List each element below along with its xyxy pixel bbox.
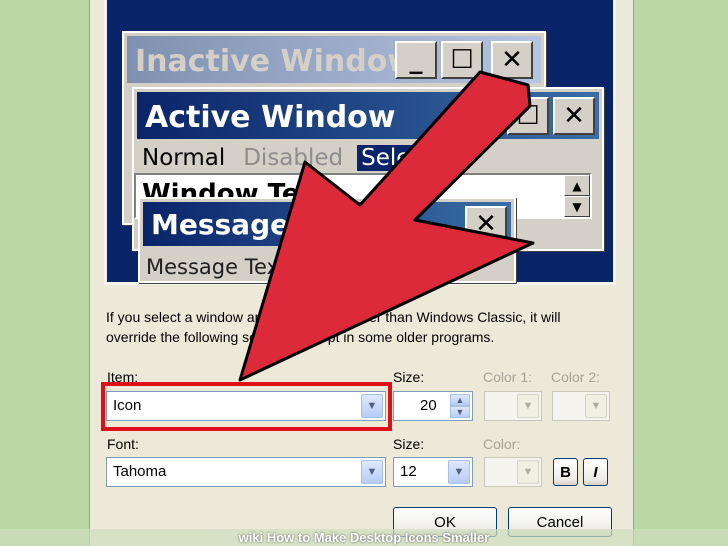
color1-label: Color 1: xyxy=(483,369,533,385)
spin-down-icon: ▼ xyxy=(450,406,470,418)
close-icon: ✕ xyxy=(465,206,507,242)
close-icon: ✕ xyxy=(553,97,595,135)
preview-menu-bar: Normal Disabled Selected xyxy=(142,145,465,171)
chevron-down-icon: ▼ xyxy=(448,460,470,484)
inactive-window-titlebar: Inactive Window _ ☐ ✕ xyxy=(127,36,541,83)
menu-selected[interactable]: Selected xyxy=(357,145,465,171)
item-size-value: 20 xyxy=(420,397,437,414)
font-size-label: Size: xyxy=(393,436,425,452)
chevron-down-icon: ▼ xyxy=(361,460,383,484)
font-value: Tahoma xyxy=(113,463,167,480)
scroll-down-icon: ▼ xyxy=(564,196,590,217)
color2-picker[interactable]: ▼ xyxy=(552,391,610,421)
menu-disabled[interactable]: Disabled xyxy=(243,145,343,171)
active-window-titlebar: Active Window ☐ ✕ xyxy=(137,92,599,139)
chevron-down-icon: ▼ xyxy=(517,394,539,418)
font-size-value: 12 xyxy=(400,463,417,480)
minimize-icon: _ xyxy=(395,41,437,79)
maximize-icon: ☐ xyxy=(507,97,549,135)
color1-picker[interactable]: ▼ xyxy=(484,391,542,421)
info-text: If you select a window and button style … xyxy=(106,309,561,345)
font-label: Font: xyxy=(107,436,139,452)
menu-normal[interactable]: Normal xyxy=(142,145,225,171)
close-icon: ✕ xyxy=(491,41,533,79)
preview-scrollbar[interactable]: ▲ ▼ xyxy=(564,175,590,217)
size-spin-buttons[interactable]: ▲ ▼ xyxy=(450,394,470,418)
item-size-label: Size: xyxy=(393,369,425,385)
font-select[interactable]: Tahoma ▼ xyxy=(106,457,386,487)
scroll-up-icon: ▲ xyxy=(564,175,590,196)
inactive-window-title: Inactive Window xyxy=(135,44,416,79)
font-color-picker[interactable]: ▼ xyxy=(484,457,542,487)
color2-label: Color 2: xyxy=(551,369,601,385)
active-window-title: Active Window xyxy=(145,100,396,135)
maximize-icon: ☐ xyxy=(441,41,483,79)
highlight-box xyxy=(101,382,392,431)
bold-button[interactable]: B xyxy=(553,458,578,486)
chevron-down-icon: ▼ xyxy=(517,460,539,484)
message-text: Message Text xyxy=(146,255,288,279)
spin-up-icon: ▲ xyxy=(450,394,470,406)
message-box-title: Message Box xyxy=(151,208,358,241)
font-color-label: Color: xyxy=(483,436,521,452)
footer-caption: wiki How to Make Desktop Icons Smaller xyxy=(0,529,728,546)
font-size-select[interactable]: 12 ▼ xyxy=(393,457,473,487)
chevron-down-icon: ▼ xyxy=(585,394,607,418)
preview-message-box[interactable]: Message Box ✕ Message Text xyxy=(138,197,516,283)
italic-button[interactable]: I xyxy=(583,458,608,486)
message-box-titlebar: Message Box ✕ xyxy=(143,202,511,246)
item-size-spinner[interactable]: 20 ▲ ▼ xyxy=(393,391,473,421)
